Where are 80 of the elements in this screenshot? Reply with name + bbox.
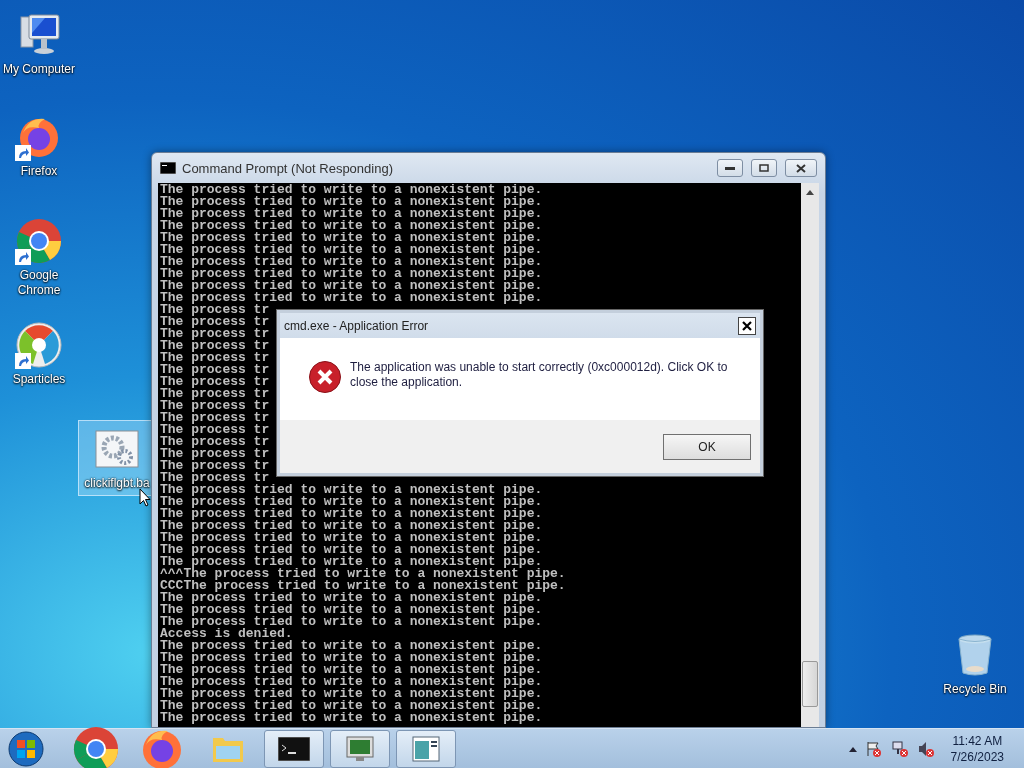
console-line: The process tr — [160, 328, 270, 340]
error-icon — [308, 360, 342, 394]
console-line: The process tr — [160, 388, 270, 400]
console-line: The process tried to write to a nonexistent pipe. — [160, 496, 543, 508]
console-line: The process tried to write to a nonexistent pipe. — [160, 616, 543, 628]
clock-time: 11:42 AM — [952, 732, 1003, 749]
console-line: The process tried to write to a nonexistent pipe. — [160, 268, 543, 280]
console-line: The process tr — [160, 364, 270, 376]
console-line: The process tried to write to a nonexistent pipe. — [160, 184, 543, 196]
console-line: The process tr — [160, 316, 270, 328]
monitor-icon — [345, 734, 375, 763]
console-line: The process tried to write to a nonexistent pipe. — [160, 292, 543, 304]
console-line: The process tried to write to a nonexistent pipe. — [160, 604, 543, 616]
console-line: The process tried to write to a nonexistent pipe. — [160, 712, 543, 724]
window-title: Command Prompt (Not Responding) — [182, 160, 394, 176]
minimize-icon — [725, 166, 735, 170]
console-line: The process tr — [160, 448, 270, 460]
console-line: The process tr — [160, 460, 270, 472]
network-icon[interactable] — [890, 739, 909, 758]
show-hidden-icons-icon[interactable] — [848, 745, 857, 752]
desktop-icon[interactable]: Sparticles — [0, 316, 78, 392]
console-line: The process tried to write to a nonexistent pipe. — [160, 256, 543, 268]
console-line: The process tried to write to a nonexistent pipe. — [160, 508, 543, 520]
desktop-icon[interactable]: My Computer — [0, 6, 78, 82]
command-prompt-icon — [160, 162, 176, 174]
console-line: The process tried to write to a nonexistent pipe. — [160, 484, 543, 496]
console-line: CCCThe process tried to write to a nonexistent pipe. — [160, 580, 566, 592]
console-line: The process tr — [160, 304, 270, 316]
console-line: The process tr — [160, 412, 270, 424]
window-icon — [412, 735, 440, 762]
console-line: The process tr — [160, 436, 270, 448]
console-line: The process tried to write to a nonexistent pipe. — [160, 652, 543, 664]
console-line: The process tr — [160, 472, 270, 484]
flag-icon[interactable] — [864, 739, 883, 758]
console-line: The process tried to write to a nonexistent pipe. — [160, 640, 543, 652]
console-line: The process tr — [160, 400, 270, 412]
console-line: The process tried to write to a nonexistent pipe. — [160, 664, 543, 676]
close-button[interactable] — [785, 159, 817, 177]
console-line: The process tr — [160, 352, 270, 364]
start-button[interactable] — [6, 729, 46, 768]
chrome-icon — [72, 724, 120, 768]
console-line: The process tr — [160, 376, 270, 388]
console-line: The process tried to write to a nonexistent pipe. — [160, 520, 543, 532]
console-line: The process tried to write to a nonexistent pipe. — [160, 544, 543, 556]
console-line: The process tried to write to a nonexistent pipe. — [160, 208, 543, 220]
console-line: The process tried to write to a nonexistent pipe. — [160, 232, 543, 244]
taskbar-button[interactable] — [264, 729, 324, 768]
dialog-title: cmd.exe - Application Error — [284, 318, 429, 333]
desktop-icon[interactable]: Google Chrome — [0, 212, 78, 303]
clock-date: 7/26/2023 — [950, 748, 1004, 765]
clock[interactable]: 11:42 AM 7/26/2023 — [942, 732, 1018, 765]
close-icon — [742, 320, 752, 331]
console-line: Access is denied. — [160, 628, 293, 640]
error-message: The application was unable to start correctly (0xc000012d). Click OK to close the application. — [350, 360, 729, 390]
desktop-icon[interactable]: Recycle Bin — [936, 626, 1014, 702]
console-line: ^^^The process tried to write to a nonexistent pipe. — [160, 568, 566, 580]
close-button[interactable] — [738, 316, 756, 335]
desktop-icon[interactable]: Firefox — [0, 108, 78, 184]
mouse-cursor-icon — [139, 488, 151, 507]
console-line: The process tried to write to a nonexistent pipe. — [160, 676, 543, 688]
ok-button[interactable]: OK — [663, 433, 751, 460]
restore-icon — [759, 164, 769, 172]
close-icon — [796, 163, 806, 173]
scroll-up-icon — [806, 189, 814, 195]
console-line: The process tried to write to a nonexistent pipe. — [160, 532, 543, 544]
console-line: The process tried to write to a nonexistent pipe. — [160, 688, 543, 700]
console-line: The process tried to write to a nonexistent pipe. — [160, 196, 543, 208]
minimize-button[interactable] — [717, 159, 743, 177]
console-line: The process tried to write to a nonexistent pipe. — [160, 700, 543, 712]
command-prompt-icon — [278, 736, 310, 761]
console-line: The process tr — [160, 340, 270, 352]
scroll-thumb[interactable] — [802, 661, 818, 707]
console-line: The process tried to write to a nonexistent pipe. — [160, 280, 543, 292]
console-line: The process tried to write to a nonexistent pipe. — [160, 244, 543, 256]
console-line: The process tried to write to a nonexistent pipe. — [160, 592, 543, 604]
scrollbar[interactable] — [801, 183, 819, 727]
console-line: The process tried to write to a nonexistent pipe. — [160, 220, 543, 232]
console-line: The process tried to write to a nonexistent pipe. — [160, 556, 543, 568]
console-line: The process tr — [160, 424, 270, 436]
restore-button[interactable] — [751, 159, 777, 177]
